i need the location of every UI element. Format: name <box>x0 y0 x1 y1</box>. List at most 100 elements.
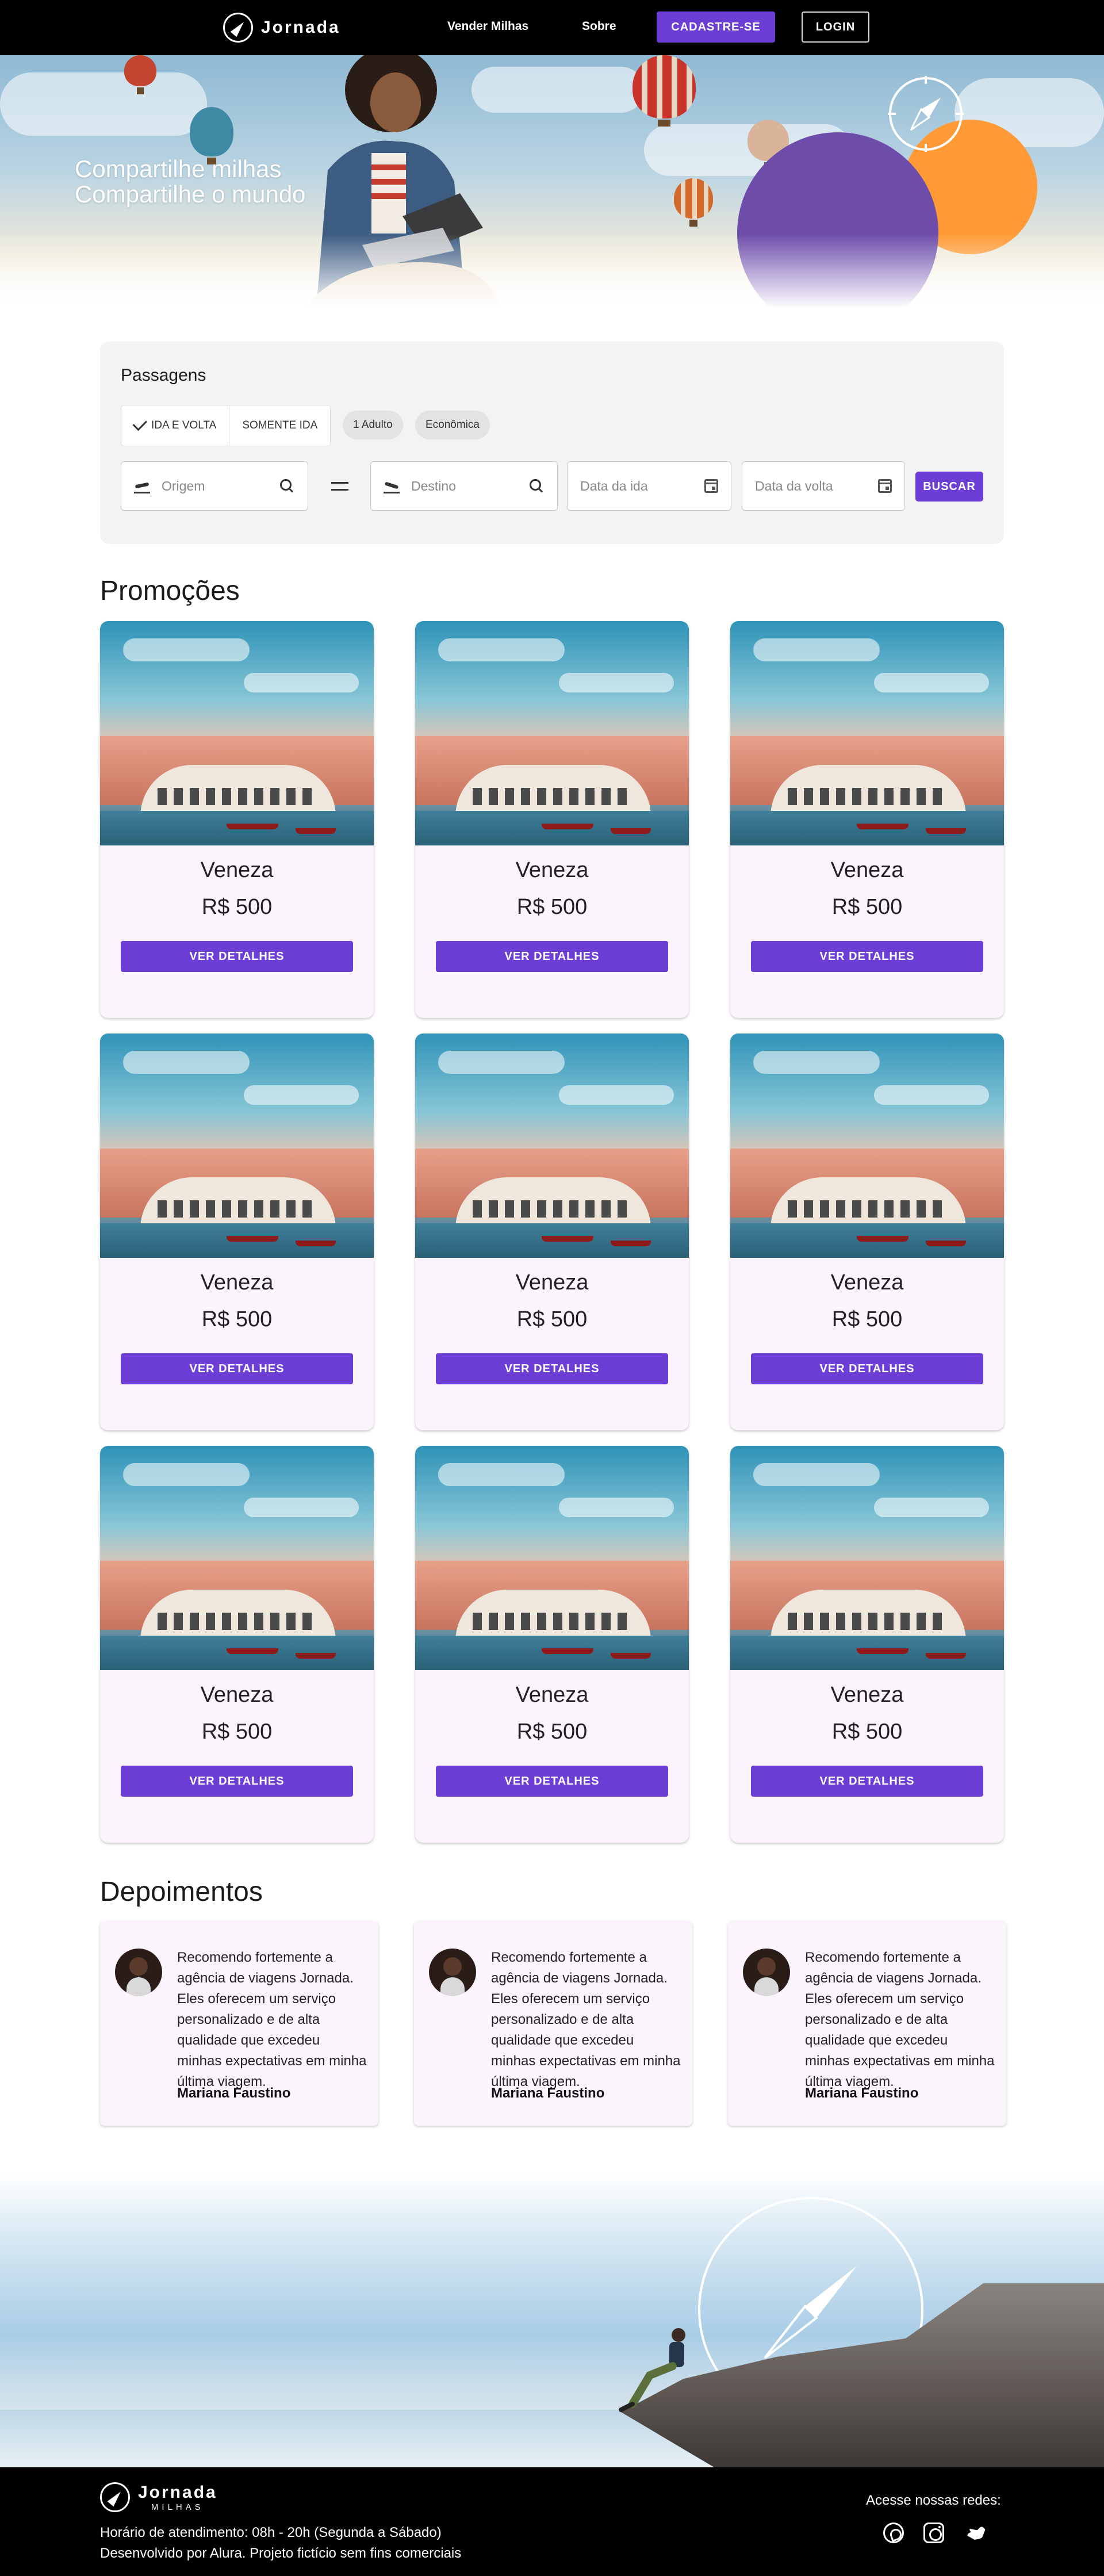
photo-boat <box>611 828 651 834</box>
photo-cloud <box>123 1051 250 1074</box>
search-icon[interactable] <box>279 478 295 494</box>
trip-type-one-way[interactable]: SOMENTE IDA <box>229 405 331 446</box>
promo-price: R$ 500 <box>201 1307 273 1331</box>
promo-city: Veneza <box>200 1683 274 1707</box>
footer-brand-subtitle: MILHAS <box>151 2502 204 2512</box>
photo-cloud <box>559 1085 674 1105</box>
destination-photo <box>415 1446 689 1670</box>
photo-cloud <box>559 1498 674 1517</box>
compass-icon <box>888 76 964 152</box>
photo-cloud <box>874 673 989 692</box>
photo-cloud <box>244 673 359 692</box>
brand-logo[interactable]: Jornada <box>223 12 340 44</box>
testimonial-card: Recomendo fortemente a agência de viagen… <box>100 1921 378 2126</box>
photo-cloud <box>438 1463 565 1486</box>
view-details-button[interactable]: VER DETALHES <box>121 1766 353 1797</box>
trip-type-round-trip-label: IDA E VOLTA <box>151 419 217 431</box>
sitting-hiker-photo <box>619 2328 685 2412</box>
photo-boat <box>227 824 278 829</box>
photo-cloud <box>874 1498 989 1517</box>
promo-card[interactable]: Veneza R$ 500 VER DETALHES <box>730 1446 1004 1843</box>
photo-cloud <box>753 638 880 661</box>
view-details-button[interactable]: VER DETALHES <box>751 1766 983 1797</box>
photo-boat <box>857 1236 908 1242</box>
footer-banner-image <box>0 2174 1104 2467</box>
photo-cloud <box>874 1085 989 1105</box>
departure-date-field[interactable]: Data da ida <box>567 461 731 511</box>
trip-type-one-way-label: SOMENTE IDA <box>242 419 318 431</box>
search-icon[interactable] <box>528 478 545 494</box>
instagram-icon[interactable] <box>923 2523 944 2543</box>
signup-button[interactable]: CADASTRE-SE <box>657 12 775 43</box>
view-details-button[interactable]: VER DETALHES <box>121 941 353 972</box>
photo-boat <box>296 1653 336 1659</box>
photo-bridge <box>770 765 966 817</box>
footer-brand-text: Jornada MILHAS <box>138 2483 217 2512</box>
airplane-landing-icon <box>384 478 400 494</box>
nav-link-vender-milhas[interactable]: Vender Milhas <box>447 20 528 33</box>
hero-fade <box>0 234 1104 308</box>
travel-class-chip[interactable]: Econômica <box>415 411 490 439</box>
nav-link-sobre[interactable]: Sobre <box>582 20 616 33</box>
testimonial-author: Mariana Faustino <box>805 2085 919 2101</box>
passengers-chip[interactable]: 1 Adulto <box>343 411 403 439</box>
footer-brand-logo[interactable]: Jornada MILHAS <box>100 2482 217 2512</box>
testimonials-title: Depoimentos <box>100 1877 263 1907</box>
promo-card[interactable]: Veneza R$ 500 VER DETALHES <box>730 621 1004 1018</box>
promo-city: Veneza <box>200 1270 274 1295</box>
swap-locations-icon[interactable] <box>330 479 350 495</box>
view-details-button[interactable]: VER DETALHES <box>436 941 668 972</box>
origin-field[interactable]: Origem <box>121 461 308 511</box>
trip-type-round-trip[interactable]: IDA E VOLTA <box>121 405 229 446</box>
flight-search-panel: Passagens IDA E VOLTA SOMENTE IDA 1 Adul… <box>100 342 1004 544</box>
hero-headline-line-2: Compartilhe o mundo <box>75 181 306 208</box>
promo-price: R$ 500 <box>516 1720 588 1744</box>
hot-air-balloon-icon <box>190 107 233 164</box>
photo-boat <box>542 824 593 829</box>
view-details-button[interactable]: VER DETALHES <box>436 1353 668 1384</box>
calendar-icon[interactable] <box>878 479 892 493</box>
view-details-button[interactable]: VER DETALHES <box>751 941 983 972</box>
promo-card[interactable]: Veneza R$ 500 VER DETALHES <box>100 621 374 1018</box>
promo-city: Veneza <box>515 1683 589 1707</box>
photo-boat <box>611 1241 651 1246</box>
return-date-placeholder: Data da volta <box>755 478 833 493</box>
promo-price: R$ 500 <box>831 1307 903 1331</box>
social-label: Acesse nossas redes: <box>866 2493 1001 2508</box>
promo-card[interactable]: Veneza R$ 500 VER DETALHES <box>415 1446 689 1843</box>
promotions-title: Promoções <box>100 576 240 606</box>
return-date-field[interactable]: Data da volta <box>742 461 905 511</box>
promo-card[interactable]: Veneza R$ 500 VER DETALHES <box>100 1446 374 1843</box>
promo-card[interactable]: Veneza R$ 500 VER DETALHES <box>730 1034 1004 1430</box>
hero-headline-line-1: Compartilhe milhas <box>75 155 282 182</box>
hot-air-balloon-icon <box>674 178 713 227</box>
photo-boat <box>296 828 336 834</box>
promo-card[interactable]: Veneza R$ 500 VER DETALHES <box>100 1034 374 1430</box>
promo-price: R$ 500 <box>516 1307 588 1331</box>
promo-city: Veneza <box>515 858 589 882</box>
view-details-button[interactable]: VER DETALHES <box>121 1353 353 1384</box>
promo-price: R$ 500 <box>201 1720 273 1744</box>
whatsapp-icon[interactable] <box>883 2523 904 2543</box>
promo-card[interactable]: Veneza R$ 500 VER DETALHES <box>415 621 689 1018</box>
view-details-button[interactable]: VER DETALHES <box>751 1353 983 1384</box>
promo-price: R$ 500 <box>516 895 588 919</box>
search-submit-button[interactable]: BUSCAR <box>915 472 983 502</box>
photo-cloud <box>244 1498 359 1517</box>
login-button[interactable]: LOGIN <box>802 12 869 43</box>
view-details-button[interactable]: VER DETALHES <box>436 1766 668 1797</box>
promo-card[interactable]: Veneza R$ 500 VER DETALHES <box>415 1034 689 1430</box>
photo-bridge <box>770 1590 966 1641</box>
photo-cloud <box>438 638 565 661</box>
destination-field[interactable]: Destino <box>370 461 558 511</box>
trip-type-toggle: IDA E VOLTA SOMENTE IDA <box>121 405 331 446</box>
avatar <box>115 1949 162 1996</box>
photo-cloud <box>438 1051 565 1074</box>
twitter-icon[interactable] <box>966 2523 987 2543</box>
hero-banner: Compartilhe milhas Compartilhe o mundo <box>0 55 1104 308</box>
photo-cloud <box>559 673 674 692</box>
search-title: Passagens <box>121 366 206 385</box>
promo-price: R$ 500 <box>201 895 273 919</box>
calendar-icon[interactable] <box>704 479 718 493</box>
testimonial-text: Recomendo fortemente a agência de viagen… <box>177 1950 367 2089</box>
